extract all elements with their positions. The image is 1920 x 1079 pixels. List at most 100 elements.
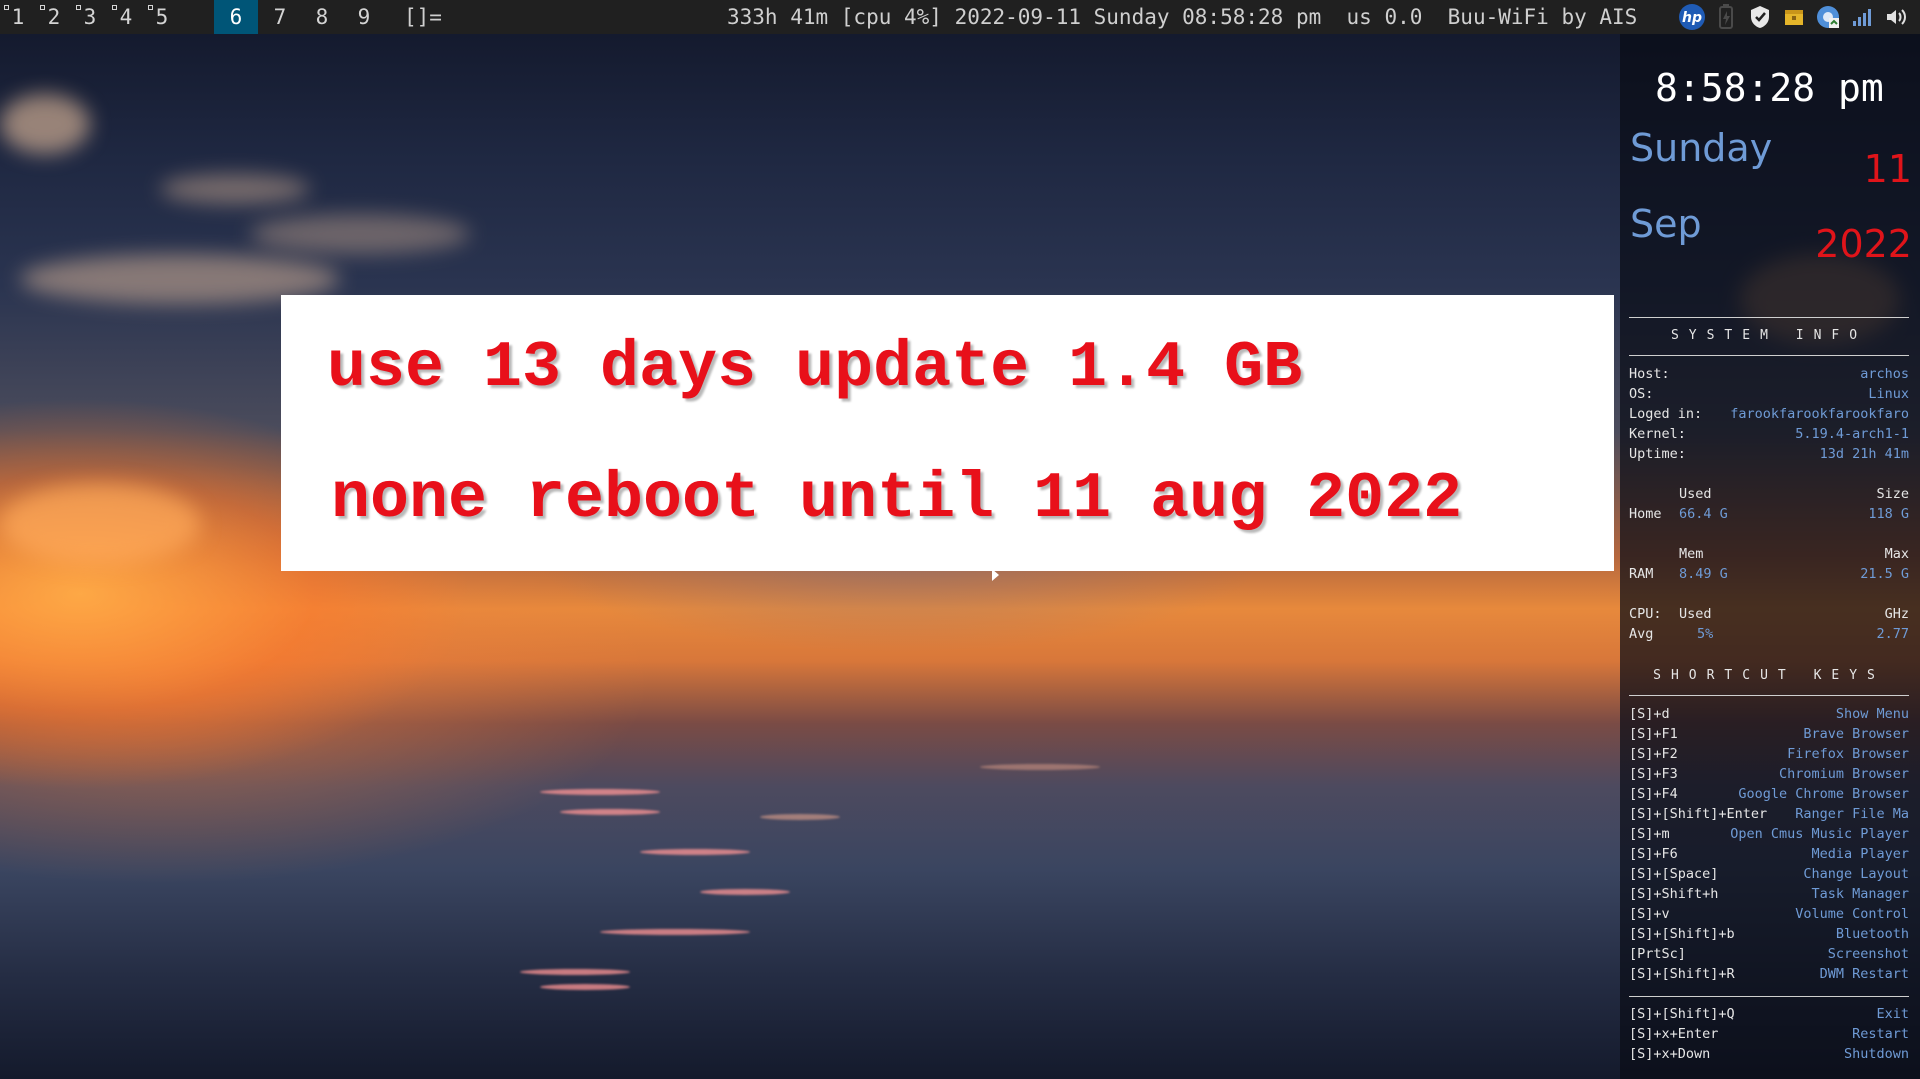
clock: 8:58:28 pm <box>1655 66 1884 110</box>
cloud <box>250 214 470 254</box>
tag-6[interactable]: 6 <box>214 0 258 34</box>
shortcut-key: [S]+F1 <box>1629 726 1678 742</box>
tag-1[interactable]: 1 <box>0 0 36 34</box>
notice-box: use 13 days update 1.4 GB none reboot un… <box>281 295 1614 571</box>
occupied-indicator <box>76 5 81 10</box>
shortcut-row: [S]+F1 Brave Browser <box>1629 724 1909 744</box>
cloud <box>160 174 310 204</box>
water-ripple <box>980 764 1100 770</box>
occupied-indicator <box>112 5 117 10</box>
host-row: Host: archos <box>1629 364 1909 384</box>
cloud <box>0 94 90 154</box>
disk-header-row: Used Size <box>1629 484 1909 504</box>
shortcut-key: [PrtSc] <box>1629 946 1686 962</box>
notice-line-1: use 13 days update 1.4 GB <box>327 331 1303 405</box>
tag-8[interactable]: 8 <box>304 0 340 34</box>
tag-label: 4 <box>119 5 133 29</box>
shortcut-key: [S]+F3 <box>1629 766 1678 782</box>
power-key: [S]+x+Down <box>1629 1046 1711 1062</box>
tag-3[interactable]: 3 <box>72 0 108 34</box>
shortcut-key: [S]+F2 <box>1629 746 1678 762</box>
shortcut-action: Change Layout <box>1803 866 1909 882</box>
uptime-row: Uptime: 13d 21h 41m <box>1629 444 1909 464</box>
layout-symbol[interactable]: []= <box>404 0 442 34</box>
tag-9[interactable]: 9 <box>346 0 382 34</box>
divider <box>1629 317 1909 318</box>
status-text: 333h 41m [cpu 4%] 2022-09-11 Sunday 08:5… <box>727 5 1638 29</box>
tag-label: 5 <box>155 5 169 29</box>
shortcut-row: [S]+F3 Chromium Browser <box>1629 764 1909 784</box>
water-ripple <box>540 789 660 795</box>
conky-panel: 8:58:28 pm Sunday 11 Sep 2022 SYSTEM INF… <box>1620 34 1920 1079</box>
occupied-indicator <box>40 5 45 10</box>
host-value: archos <box>1860 366 1909 382</box>
cpu-ghz: 2.77 <box>1876 626 1909 642</box>
shortcut-row: [S]+[Shift]+Enter Ranger File Ma <box>1629 804 1909 824</box>
shortcut-row: [S]+d Show Menu <box>1629 704 1909 724</box>
tag-label: 7 <box>273 5 287 29</box>
power-key-row: [S]+x+Down Shutdown <box>1629 1044 1909 1064</box>
shortcut-key: [S]+d <box>1629 706 1670 722</box>
shortcut-action: Volume Control <box>1795 906 1909 922</box>
home-used: 66.4 G <box>1679 506 1728 522</box>
shortcut-action: DWM Restart <box>1819 966 1909 982</box>
mem-header-row: Mem Max <box>1629 544 1909 564</box>
tag-2[interactable]: 2 <box>36 0 72 34</box>
svg-text:hp: hp <box>1682 10 1702 26</box>
shortcut-action: Bluetooth <box>1835 926 1909 942</box>
shortcut-key: [S]+[Space] <box>1629 866 1719 882</box>
shortcut-keys-title: SHORTCUT KEYS <box>1653 668 1885 683</box>
battery-icon[interactable] <box>1712 3 1740 31</box>
power-key-row: [S]+[Shift]+Q Exit <box>1629 1004 1909 1024</box>
shortcut-row: [S]+[Space] Change Layout <box>1629 864 1909 884</box>
shortcut-action: Show Menu <box>1835 706 1909 722</box>
tag-5[interactable]: 5 <box>144 0 180 34</box>
divider <box>1629 355 1909 356</box>
home-size: 118 G <box>1868 506 1909 522</box>
volume-icon[interactable] <box>1882 3 1910 31</box>
shortcut-action: Firefox Browser <box>1787 746 1909 762</box>
login-value: farookfarookfarookfaro <box>1730 406 1909 422</box>
shortcut-row: [S]+[Shift]+b Bluetooth <box>1629 924 1909 944</box>
shortcut-key: [S]+m <box>1629 826 1670 842</box>
shortcut-action: Screenshot <box>1827 946 1909 962</box>
shortcut-key: [S]+v <box>1629 906 1670 922</box>
tag-label: 6 <box>229 5 243 29</box>
kernel-row: Kernel: 5.19.4-arch1-1 <box>1629 424 1909 444</box>
mouse-cursor-icon <box>992 569 999 581</box>
ram-max: 21.5 G <box>1860 566 1909 582</box>
kernel-label: Kernel: <box>1629 426 1686 442</box>
login-row: Loged in: farookfarookfarookfaro <box>1629 404 1909 424</box>
shortcut-key: [S]+F6 <box>1629 846 1678 862</box>
power-key: [S]+[Shift]+Q <box>1629 1006 1735 1022</box>
package-icon[interactable] <box>1780 3 1808 31</box>
tag-label: 3 <box>83 5 97 29</box>
water-ripple <box>540 984 630 990</box>
host-label: Host: <box>1629 366 1670 382</box>
chrome-update-icon[interactable] <box>1814 3 1842 31</box>
signal-icon[interactable] <box>1848 3 1876 31</box>
shortcut-row: [S]+m Open Cmus Music Player <box>1629 824 1909 844</box>
year: 2022 <box>1815 222 1912 266</box>
shortcut-key: [S]+Shift+h <box>1629 886 1719 902</box>
tag-4[interactable]: 4 <box>108 0 144 34</box>
shortcut-row: [S]+F2 Firefox Browser <box>1629 744 1909 764</box>
mem-header: Mem <box>1679 546 1704 562</box>
divider <box>1629 695 1909 696</box>
login-label: Loged in: <box>1629 406 1703 422</box>
tag-7[interactable]: 7 <box>262 0 298 34</box>
hp-icon[interactable]: hp <box>1678 3 1706 31</box>
os-label: OS: <box>1629 386 1654 402</box>
month-name: Sep <box>1630 202 1702 246</box>
cpu-avg-row: Avg 5% 2.77 <box>1629 624 1909 644</box>
divider <box>1629 996 1909 997</box>
day-name: Sunday <box>1630 126 1773 170</box>
ram-label: RAM <box>1629 566 1654 582</box>
water-ripple <box>520 969 630 975</box>
cpu-ghz-header: GHz <box>1884 606 1909 622</box>
os-value: Linux <box>1868 386 1909 402</box>
shield-icon[interactable] <box>1746 3 1774 31</box>
water-ripple <box>560 809 660 815</box>
shortcut-action: Task Manager <box>1811 886 1909 902</box>
tag-label: 8 <box>315 5 329 29</box>
